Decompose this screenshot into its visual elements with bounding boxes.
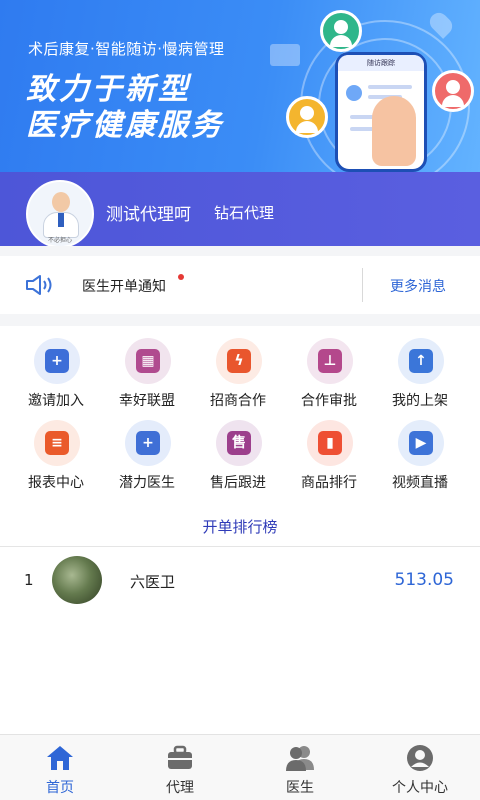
- function-grid: + 邀请加入 ▦ 幸好联盟 ϟ 招商合作 ⊥ 合作审批 ↑ 我的上架 ≡ 报表中心 + 潜力医生售售后跟进…: [0, 326, 480, 506]
- grid-item-label: 视频直播: [392, 475, 448, 491]
- grid-item-label: 潜力医生: [119, 475, 175, 491]
- grid-item-label: 招商合作: [210, 393, 266, 409]
- banner-subtitle: 术后康复·智能随访·慢病管理: [28, 40, 225, 58]
- bottom-tab-bar: 首页 代理 医生 个人中心: [0, 734, 480, 800]
- grid-item[interactable]: + 潜力医生: [99, 408, 195, 491]
- grid-item-label: 合作审批: [301, 393, 357, 409]
- rank-score: 513.05: [394, 570, 454, 590]
- grid-item-label: 报表中心: [28, 475, 84, 491]
- unread-dot: [178, 274, 184, 280]
- users-icon: [286, 746, 314, 771]
- tab-agent[interactable]: 代理: [120, 735, 240, 800]
- divider: [0, 546, 480, 547]
- mail-icon: [270, 44, 300, 66]
- report-icon: ≡: [34, 420, 80, 466]
- table-row[interactable]: 1 六医卫 513.05: [0, 552, 480, 608]
- divider: [362, 268, 363, 302]
- doctor-plus-icon: +: [125, 420, 171, 466]
- phone-header-text: 随访跟踪: [338, 55, 424, 71]
- more-messages-link[interactable]: 更多消息: [390, 276, 446, 296]
- tab-label: 医生: [286, 780, 314, 796]
- grid-item-label: 幸好联盟: [119, 393, 175, 409]
- grid-item[interactable]: ⊥ 合作审批: [281, 326, 377, 409]
- avatar-bubble-icon: [286, 96, 328, 138]
- grid-item-label: 邀请加入: [28, 393, 84, 409]
- after-sales-icon: 售: [216, 420, 262, 466]
- avatar: [52, 556, 102, 604]
- grid-item-label: 商品排行: [301, 475, 357, 491]
- tab-label: 代理: [166, 780, 194, 796]
- avatar-bubble-icon: [320, 10, 362, 52]
- grid-item[interactable]: ϟ 招商合作: [190, 326, 286, 409]
- apps-grid-icon: ▦: [125, 338, 171, 384]
- notice-text[interactable]: 医生开单通知: [82, 276, 166, 296]
- grid-item[interactable]: + 邀请加入: [8, 326, 104, 409]
- grid-item-label: 我的上架: [392, 393, 448, 409]
- grid-item[interactable]: ↑ 我的上架: [372, 326, 468, 409]
- user-card[interactable]: 不必担心 测试代理呵 钻石代理: [0, 172, 480, 248]
- stamp-icon: ⊥: [307, 338, 353, 384]
- check-icon: [346, 85, 362, 101]
- tab-doctor[interactable]: 医生: [240, 735, 360, 800]
- section-gap: [0, 246, 480, 256]
- bar-chart-icon: ▮: [307, 420, 353, 466]
- grid-item-label: 售后跟进: [210, 475, 266, 491]
- notice-bar[interactable]: 医生开单通知 更多消息: [0, 256, 480, 314]
- user-level-badge: 钻石代理: [214, 204, 275, 222]
- promo-banner[interactable]: 随访跟踪 术后康复·智能随访·慢病管理 致力于新型 医疗健康服务: [0, 0, 480, 172]
- rank-number: 1: [24, 571, 34, 589]
- avatar-caption: 不必担心: [47, 237, 72, 244]
- grid-item[interactable]: 售售后跟进: [190, 408, 286, 491]
- tab-label: 个人中心: [392, 780, 448, 796]
- tab-home[interactable]: 首页: [0, 735, 120, 800]
- box-upload-icon: ↑: [398, 338, 444, 384]
- grid-item[interactable]: ▮ 商品排行: [281, 408, 377, 491]
- hand-illustration: [372, 96, 416, 166]
- lightning-icon: ϟ: [216, 338, 262, 384]
- speaker-icon: [26, 275, 52, 295]
- banner-headline-line2: 医疗健康服务: [26, 108, 224, 143]
- video-icon: ▶: [398, 420, 444, 466]
- rank-name: 六医卫: [130, 573, 176, 591]
- tab-profile[interactable]: 个人中心: [360, 735, 480, 800]
- briefcase-icon: [168, 745, 192, 769]
- ranking-title[interactable]: 开单排行榜: [0, 516, 480, 537]
- home-icon: [47, 746, 73, 770]
- invite-user-icon: +: [34, 338, 80, 384]
- grid-item[interactable]: ▦ 幸好联盟: [99, 326, 195, 409]
- avatar[interactable]: 不必担心: [26, 180, 94, 248]
- tab-label: 首页: [46, 780, 74, 796]
- section-gap: [0, 314, 480, 326]
- profile-icon: [407, 745, 433, 771]
- user-name: 测试代理呵: [106, 205, 191, 225]
- grid-item[interactable]: ≡ 报表中心: [8, 408, 104, 491]
- grid-item[interactable]: ▶ 视频直播: [372, 408, 468, 491]
- avatar-bubble-icon: [432, 70, 474, 112]
